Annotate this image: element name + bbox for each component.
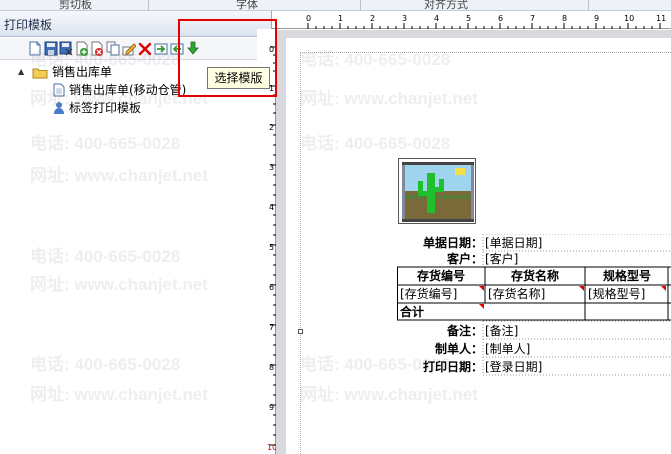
field-label-customer: 客户：: [446, 252, 483, 266]
table-total-label[interactable]: 合计: [400, 303, 480, 321]
ribbon-group-captions: 剪切板 字体 对齐方式: [0, 0, 671, 11]
field-value-creator[interactable]: [制单人]: [485, 340, 665, 358]
ruler-label: 7: [269, 323, 275, 332]
user-template-icon: [53, 101, 65, 120]
select-template-tooltip: 选择模版: [207, 67, 270, 89]
ruler-label: 4: [434, 14, 440, 23]
ruler-label: 6: [498, 14, 504, 23]
delete-icon[interactable]: [90, 41, 104, 56]
panel-title: 打印模板: [4, 18, 53, 32]
table-header-item-name[interactable]: 存货名称: [486, 267, 584, 285]
ribbon-group-clipboard: 剪切板: [59, 0, 92, 11]
field-value-customer[interactable]: [客户]: [485, 250, 665, 268]
ruler-label: 4: [269, 203, 275, 212]
ruler-label: 1: [338, 14, 344, 23]
ribbon-separator: [360, 0, 361, 10]
ruler-label: 5: [269, 243, 275, 252]
remove-icon[interactable]: [138, 41, 152, 56]
cactus-image-icon: [402, 162, 474, 222]
field-label-print-date: 打印日期：: [422, 360, 483, 374]
folder-icon: [32, 66, 48, 84]
field-label-creator: 制单人：: [434, 342, 483, 356]
ruler-label: 9: [269, 403, 275, 412]
collapse-icon[interactable]: ▲: [18, 68, 26, 76]
field-value-remark[interactable]: [备注]: [485, 322, 665, 340]
ribbon-separator: [588, 0, 589, 10]
add-icon[interactable]: [75, 41, 89, 56]
ruler-label: 7: [530, 14, 536, 23]
copy-icon[interactable]: [106, 41, 120, 56]
logo-image[interactable]: [398, 158, 476, 224]
table-header-item-code[interactable]: 存货编号: [398, 267, 484, 285]
import-icon[interactable]: [154, 41, 168, 56]
table-cell-item-name[interactable]: [存货名称]: [488, 285, 584, 303]
field-marker-icon: [579, 286, 584, 291]
ruler-label: 0: [306, 14, 312, 23]
table-cell-item-code[interactable]: [存货编号]: [400, 285, 484, 303]
field-marker-icon: [479, 304, 484, 309]
edit-icon[interactable]: [122, 41, 137, 56]
tree-item-label: 销售出库单: [52, 65, 113, 79]
field-value-print-date[interactable]: [登录日期]: [485, 358, 665, 376]
ruler-label: 3: [269, 163, 275, 172]
ruler-label: 11: [656, 14, 667, 23]
ruler-label: 10: [624, 14, 635, 23]
field-marker-icon: [479, 286, 484, 291]
ribbon-group-alignment: 对齐方式: [424, 0, 468, 11]
field-marker-icon: [661, 286, 666, 291]
ribbon-group-font: 字体: [236, 0, 258, 11]
new-icon[interactable]: [28, 41, 42, 56]
document-icon: [53, 83, 65, 102]
field-label-remark: 备注：: [446, 324, 483, 338]
ruler-ticks: [307, 23, 661, 29]
tree-item-label: 标签打印模板: [69, 101, 142, 115]
ruler-label: 8: [269, 363, 275, 372]
ruler-label: 8: [562, 14, 568, 23]
ruler-label: 3: [402, 14, 408, 23]
report-body: 单据日期： [单据日期] 客户： [客户] 存货编号 存货名称 规格型号 [存货…: [397, 234, 671, 376]
resize-handle[interactable]: [298, 329, 303, 334]
table-header-spec[interactable]: 规格型号: [586, 267, 668, 285]
ruler-label: 2: [370, 14, 376, 23]
table-cell-spec[interactable]: [规格型号]: [588, 285, 668, 303]
save-icon[interactable]: [44, 41, 58, 56]
ruler-label: 9: [594, 14, 600, 23]
ruler-label: 2: [269, 123, 275, 132]
ribbon-separator: [148, 0, 149, 10]
horizontal-ruler: 0 1 2 3 4 5 6 7 8 9 10 11: [272, 11, 671, 29]
save-as-icon[interactable]: [59, 41, 73, 56]
ruler-label: 5: [466, 14, 472, 23]
ruler-label: 6: [269, 283, 275, 292]
tree-item-label: 销售出库单(移动仓管): [69, 83, 187, 97]
